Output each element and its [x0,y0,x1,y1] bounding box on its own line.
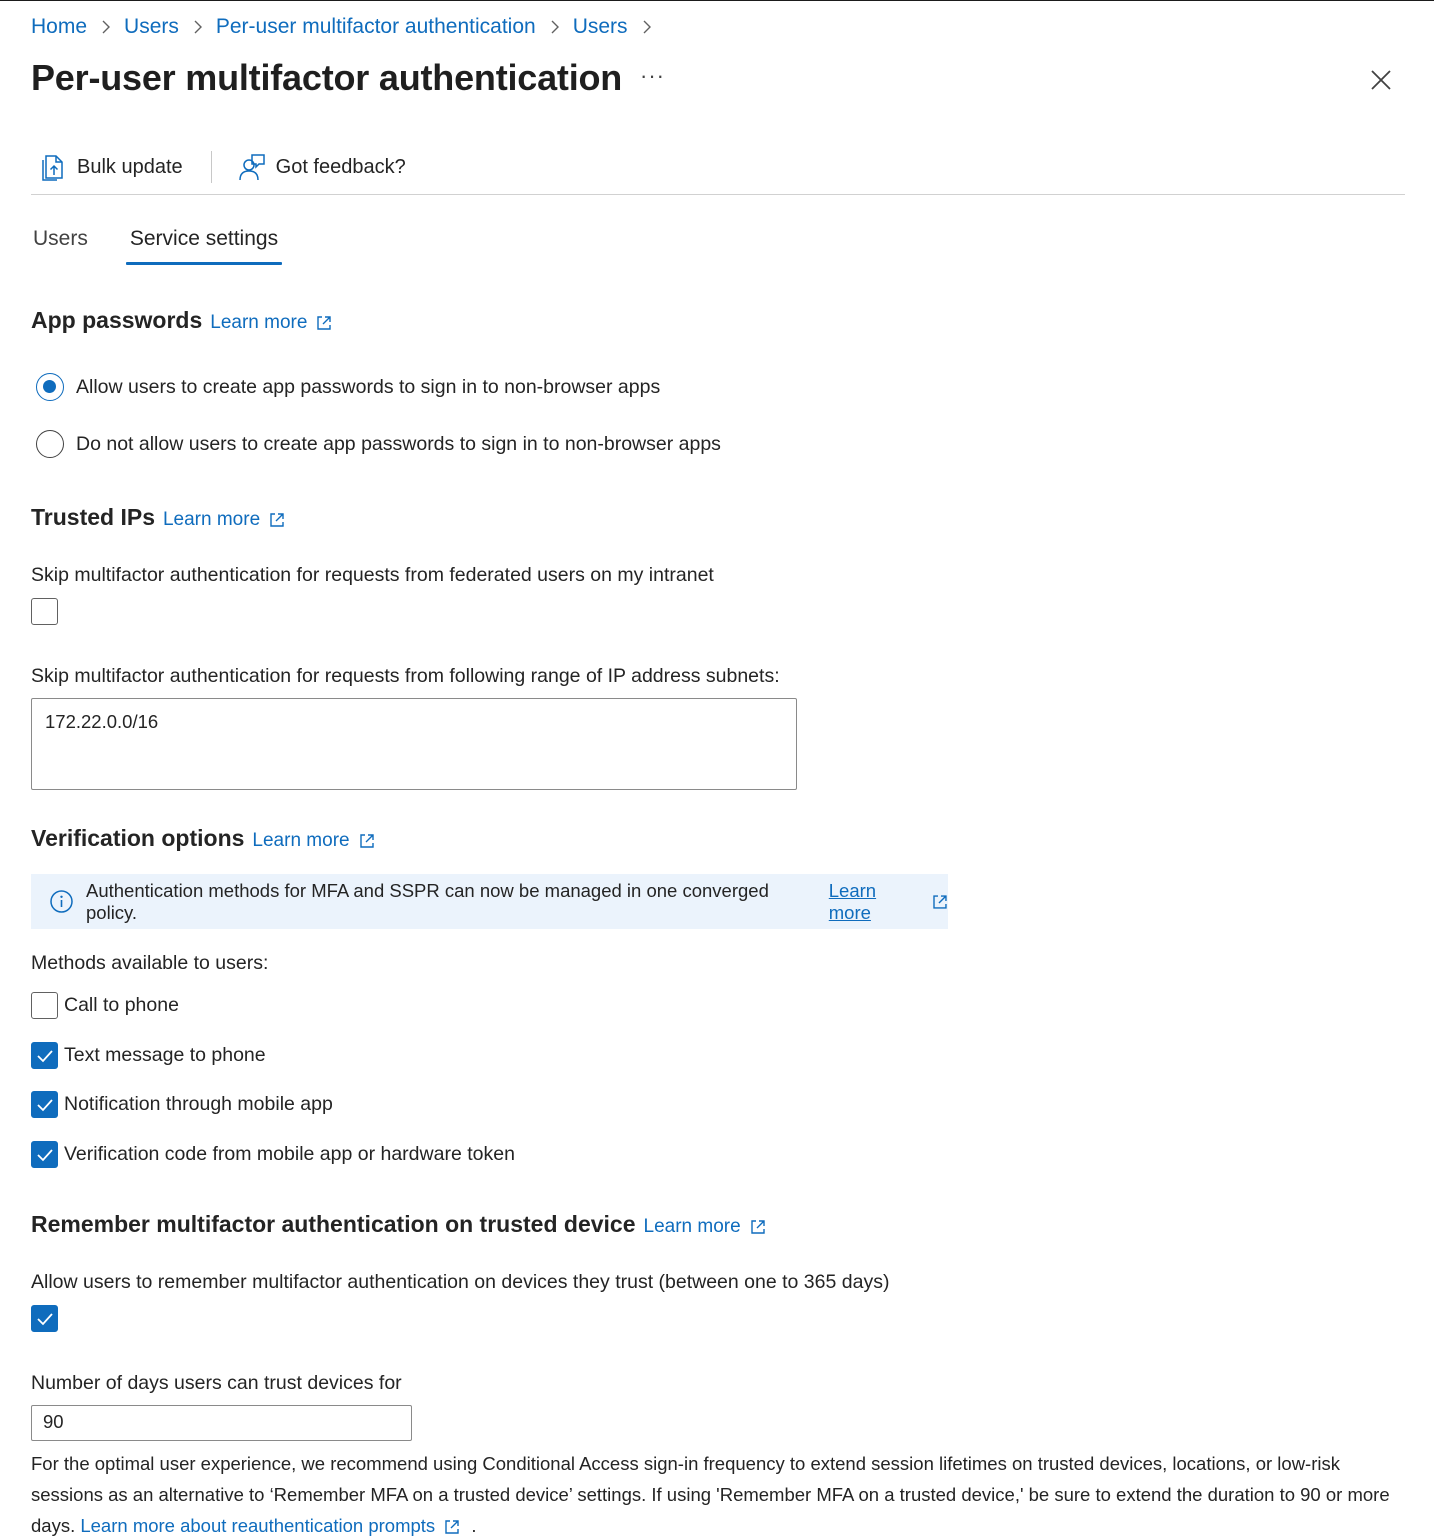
verification-learn-more-link[interactable]: Learn more [252,830,374,852]
breadcrumb-home[interactable]: Home [31,15,87,39]
days-input[interactable]: 90 [31,1405,412,1441]
app-passwords-deny-label: Do not allow users to create app passwor… [76,432,721,455]
checkmark-icon [36,1312,53,1325]
checkmark-icon [36,1098,53,1111]
learn-more-label: Learn more [828,879,877,923]
more-options-button[interactable]: ··· [640,63,665,89]
close-icon [1371,70,1391,90]
remember-allow-label: Allow users to remember multifactor auth… [31,1271,890,1293]
info-banner-learn-more-link[interactable]: Learn more [829,880,948,924]
command-bar: Bulk update Got feedback? [31,147,1405,195]
app-passwords-heading: App passwords [31,307,203,333]
remember-allow-checkbox[interactable] [31,1305,58,1332]
trusted-ips-learn-more-link[interactable]: Learn more [163,509,285,531]
reauth-link-label: Learn more about reauthentication prompt… [80,1515,436,1536]
skip-federated-label: Skip multifactor authentication for requ… [31,564,714,586]
checkbox-checked[interactable] [31,1042,58,1069]
method-label: Text message to phone [64,1044,266,1066]
external-link-icon [445,1520,459,1534]
chevron-right-icon [642,20,652,34]
methods-label: Methods available to users: [31,952,269,974]
method-label: Call to phone [64,994,179,1016]
info-icon [49,889,74,914]
learn-more-label: Learn more [162,509,261,530]
remember-mfa-heading: Remember multifactor authentication on t… [31,1211,636,1237]
breadcrumb-per-user-mfa[interactable]: Per-user multifactor authentication [216,15,536,39]
method-notification[interactable]: Notification through mobile app [31,1091,333,1118]
bulk-update-label: Bulk update [77,155,183,178]
external-link-icon [750,1220,765,1234]
checkbox[interactable] [31,992,58,1019]
feedback-label: Got feedback? [275,155,406,178]
external-link-icon [933,894,947,909]
app-passwords-allow-label: Allow users to create app passwords to s… [76,375,661,398]
radio-button-selected[interactable] [36,373,64,401]
learn-more-label: Learn more [252,830,350,851]
toolbar-divider [210,151,212,183]
remember-mfa-section: Remember multifactor authentication on t… [31,1211,766,1238]
external-link-icon [359,834,374,848]
app-passwords-section: App passwords Learn more [31,307,332,334]
info-banner-text: Authentication methods for MFA and SSPR … [86,879,769,923]
recommendation-note: For the optimal user experience, we reco… [31,1448,1411,1537]
learn-more-label: Learn more [643,1216,741,1237]
tab-users[interactable]: Users [31,223,90,265]
chevron-right-icon [550,20,560,34]
breadcrumb: Home Users Per-user multifactor authenti… [31,15,665,39]
checkmark-icon [36,1148,53,1161]
method-label: Verification code from mobile app or har… [64,1143,515,1165]
verification-section: Verification options Learn more [31,825,375,852]
info-banner: Authentication methods for MFA and SSPR … [31,874,948,929]
tab-list: Users Service settings [31,223,318,265]
breadcrumb-users-2[interactable]: Users [573,15,628,39]
learn-more-label: Learn more [210,312,308,333]
feedback-button[interactable]: Got feedback? [228,147,416,187]
breadcrumb-users[interactable]: Users [124,15,179,39]
method-label: Notification through mobile app [64,1093,333,1115]
checkmark-icon [36,1049,53,1062]
reauth-prompts-link[interactable]: Learn more about reauthentication prompt… [80,1515,460,1536]
subnets-label: Skip multifactor authentication for requ… [31,665,780,687]
checkbox-checked[interactable] [31,1141,58,1168]
checkbox-checked[interactable] [31,1091,58,1118]
bulk-update-button[interactable]: Bulk update [31,147,193,187]
feedback-icon [238,154,265,181]
method-text-message[interactable]: Text message to phone [31,1042,266,1069]
verification-heading: Verification options [31,825,245,851]
note-end: . [471,1515,477,1536]
method-verification-code[interactable]: Verification code from mobile app or har… [31,1141,515,1168]
external-link-icon [317,316,332,330]
method-call-to-phone[interactable]: Call to phone [31,992,179,1019]
radio-button[interactable] [36,430,64,458]
chevron-right-icon [193,20,203,34]
trusted-ips-section: Trusted IPs Learn more [31,504,285,531]
app-passwords-deny-option[interactable]: Do not allow users to create app passwor… [31,430,721,458]
app-passwords-allow-option[interactable]: Allow users to create app passwords to s… [31,373,660,401]
app-passwords-learn-more-link[interactable]: Learn more [210,312,332,334]
page-title: Per-user multifactor authentication [31,57,623,98]
trusted-ips-heading: Trusted IPs [31,504,155,530]
tab-service-settings[interactable]: Service settings [125,223,283,265]
remember-mfa-learn-more-link[interactable]: Learn more [644,1216,766,1238]
days-label: Number of days users can trust devices f… [31,1372,402,1394]
bulk-update-icon [42,155,63,181]
chevron-right-icon [101,20,111,34]
close-button[interactable] [1366,65,1396,95]
external-link-icon [270,513,284,527]
skip-federated-checkbox[interactable] [31,598,58,625]
subnets-textarea[interactable]: 172.22.0.0/16 [31,698,797,790]
